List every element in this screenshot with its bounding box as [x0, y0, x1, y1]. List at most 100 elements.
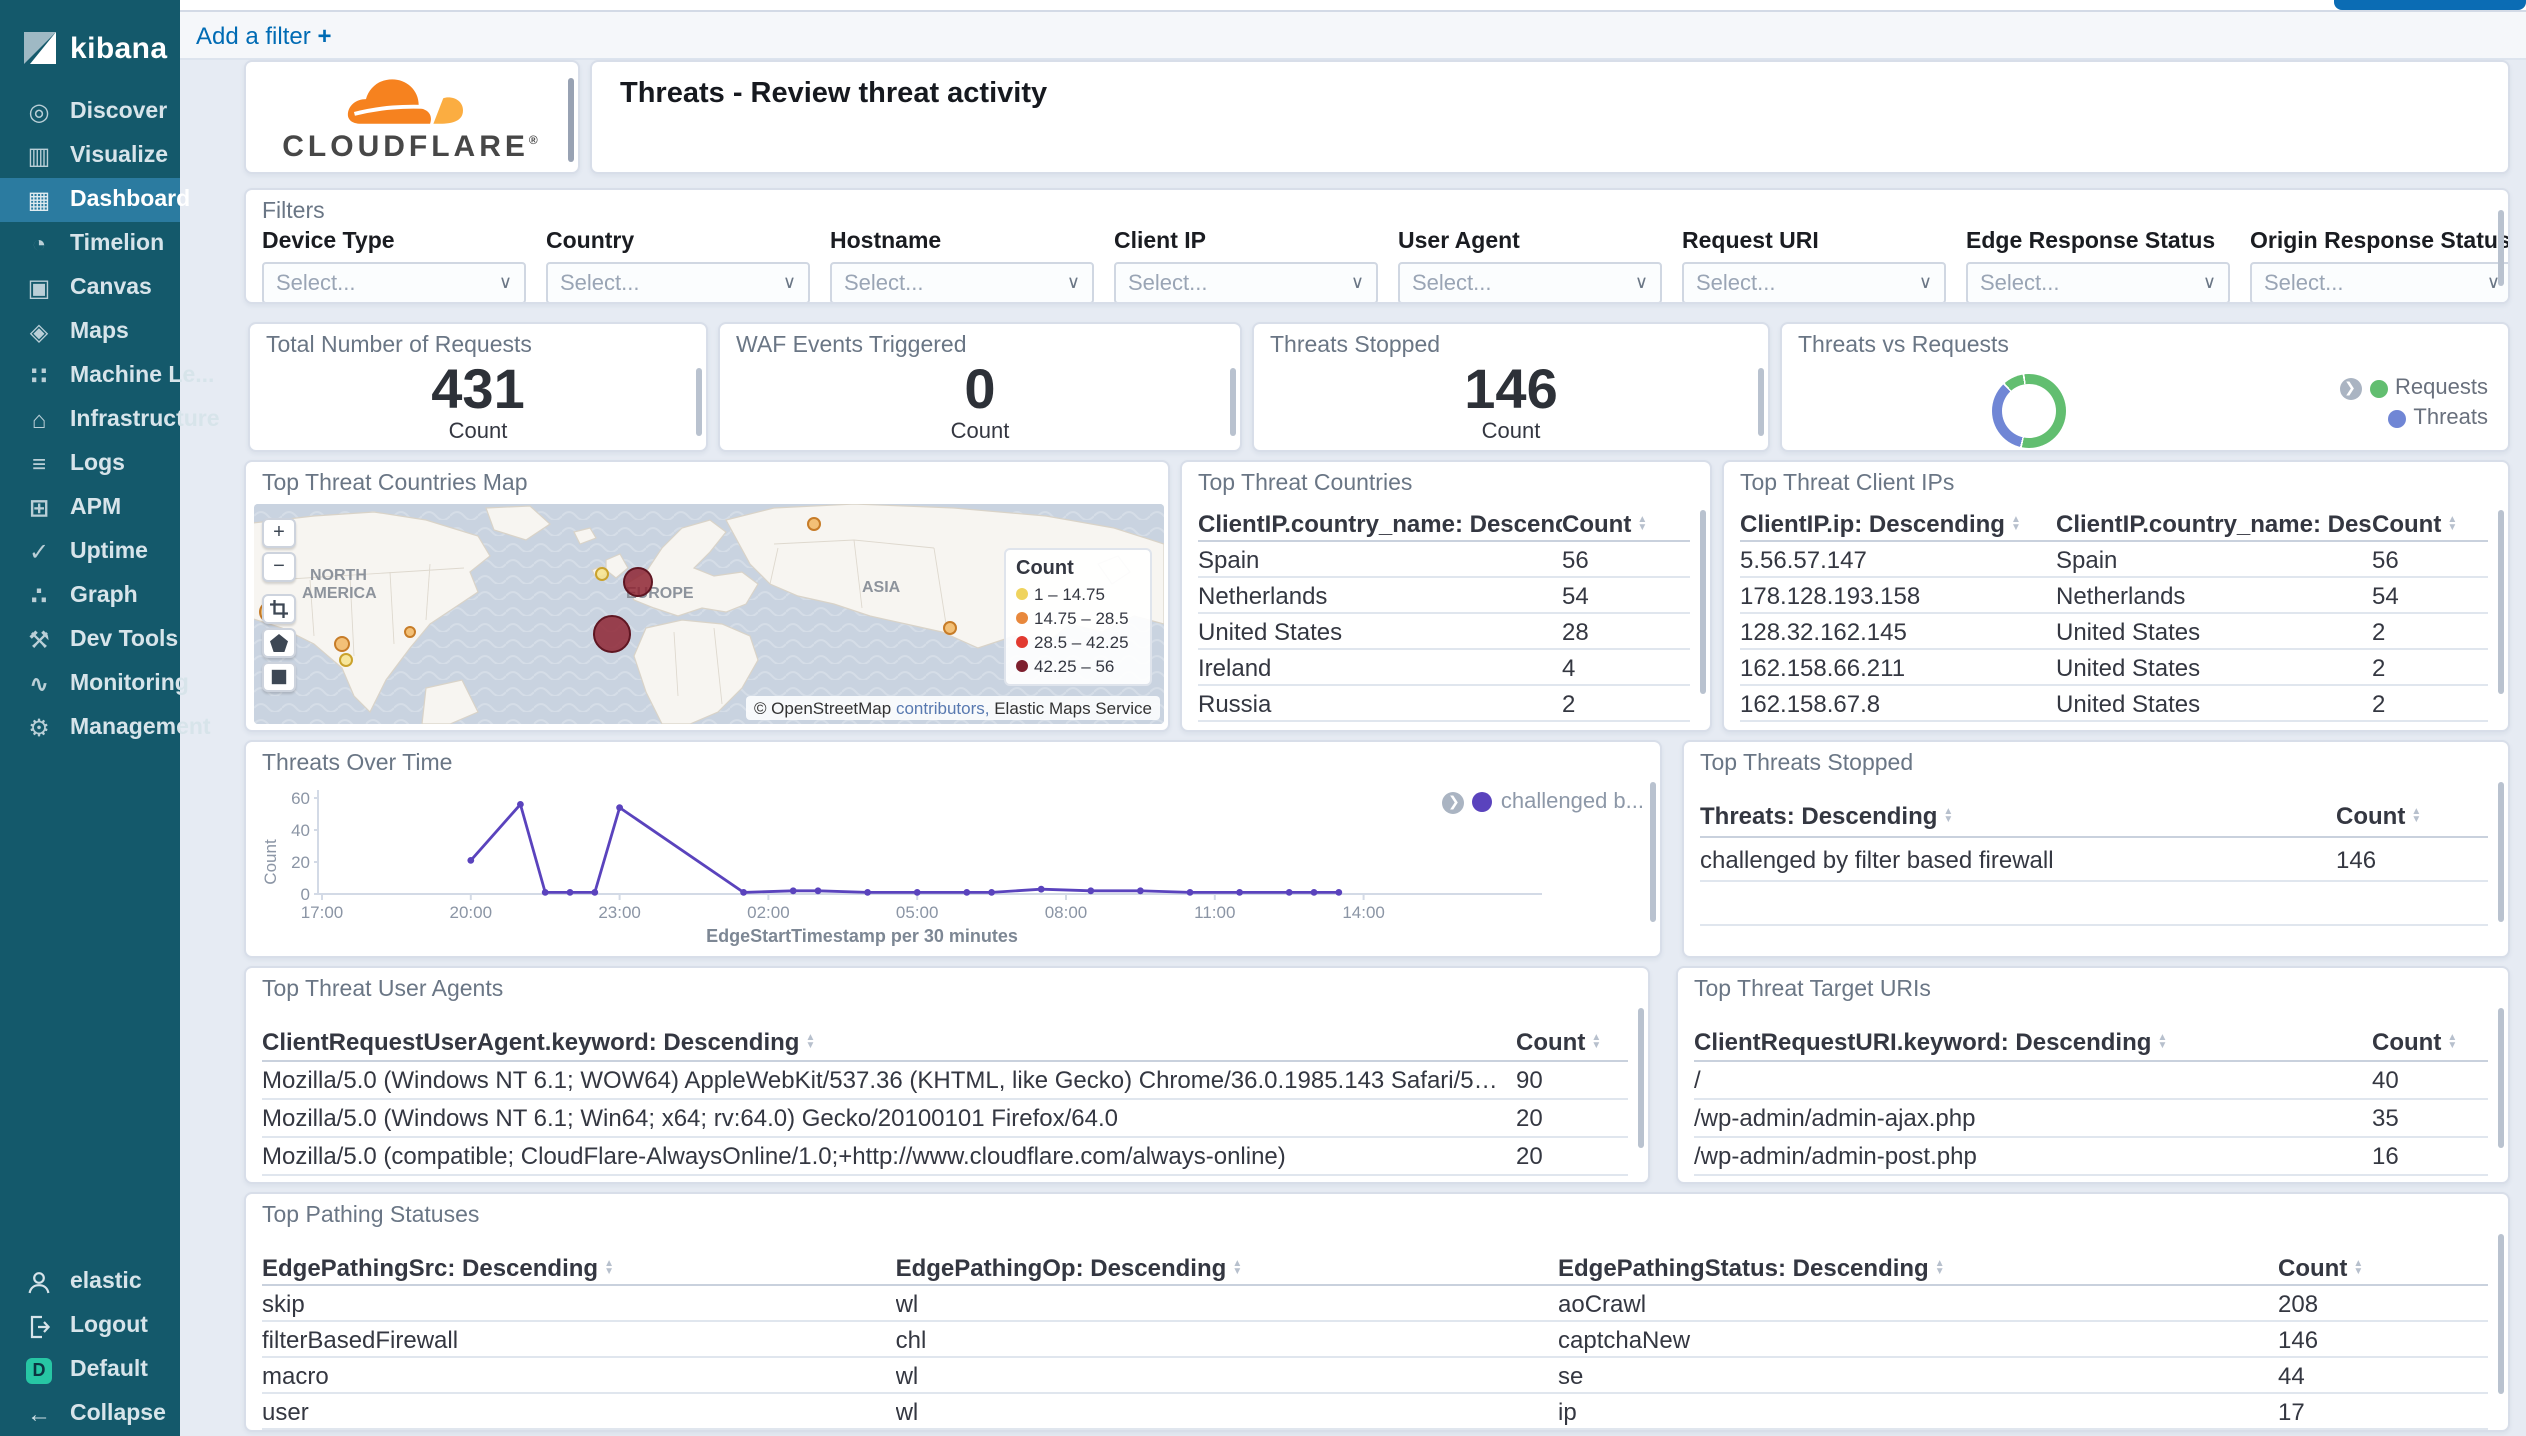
map-region-label: AMERICA: [302, 585, 377, 602]
draw-bounds-button[interactable]: [262, 594, 296, 624]
sidebar-item[interactable]: ≡ Logs: [0, 442, 180, 486]
sidebar-item[interactable]: ▦ Dashboard: [0, 178, 190, 222]
draw-polygon-button[interactable]: [262, 628, 296, 658]
column-header[interactable]: ClientIP.ip: Descending ▲ ▼: [1740, 509, 2056, 537]
column-header[interactable]: Threats: Descending ▲ ▼: [1700, 801, 2336, 829]
filter-select[interactable]: Select... ∨: [1966, 262, 2230, 302]
column-header[interactable]: ClientIP.country_name: Descending▲▼: [1198, 509, 1562, 537]
sidebar-item-label: Timelion: [70, 232, 165, 256]
sidebar-item[interactable]: ▥ Visualize: [0, 134, 180, 178]
osm-link[interactable]: contributors,: [896, 698, 990, 718]
table-row: /wp-admin/admin-post.php 16: [1694, 1138, 2488, 1176]
sidebar-item-user[interactable]: elastic: [0, 1260, 180, 1304]
sidebar-item[interactable]: ✓ Uptime: [0, 530, 180, 574]
table-row: Spain 56: [1198, 542, 1690, 578]
map-marker[interactable]: [943, 621, 957, 635]
column-header[interactable]: Count ▲ ▼: [1516, 1028, 1628, 1056]
map-marker[interactable]: [404, 626, 416, 638]
panel-scrollbar[interactable]: [2498, 1234, 2504, 1394]
sidebar-item[interactable]: ∴ Graph: [0, 574, 180, 618]
column-header[interactable]: ClientRequestURI.keyword: Descending ▲ ▼: [1694, 1028, 2372, 1056]
column-header[interactable]: Count ▲ ▼: [2372, 509, 2488, 537]
line-chart[interactable]: 17:00 20:00 23:00 02:00 05:00 08:00 11:00 14:00…: [262, 778, 1562, 948]
sidebar-item-space-default[interactable]: D Default: [0, 1348, 180, 1392]
kibana-logo[interactable]: kibana: [0, 0, 180, 78]
legend-dot: [1016, 660, 1028, 672]
sidebar-item-label: Infrastructure: [70, 408, 220, 432]
map-viewport[interactable]: NORTH AMERICA EUROPE ASIA + − Count 1 – …: [254, 504, 1164, 724]
metric-label: Count: [448, 419, 508, 443]
draw-rectangle-button[interactable]: [262, 662, 296, 692]
zoom-out-button[interactable]: −: [262, 552, 296, 582]
column-header[interactable]: EdgePathingStatus: Descending ▲ ▼: [1558, 1253, 2278, 1281]
ip-cell: 128.32.162.145: [1740, 617, 1907, 645]
column-header[interactable]: EdgePathingSrc: Descending ▲ ▼: [262, 1253, 896, 1281]
legend-expand-icon[interactable]: ❯: [1442, 791, 1465, 813]
space-default-badge: D: [26, 1357, 52, 1383]
column-header[interactable]: Count ▲ ▼: [2278, 1253, 2488, 1281]
count-cell: 54: [2372, 581, 2399, 609]
donut-chart[interactable]: [1992, 374, 2066, 448]
sidebar-item-collapse[interactable]: ← Collapse: [0, 1392, 180, 1436]
filter-select[interactable]: Select... ∨: [1114, 262, 1378, 302]
sidebar-item[interactable]: ◎ Discover: [0, 90, 180, 134]
filter-select[interactable]: Select... ∨: [1398, 262, 1662, 302]
legend-expand-icon[interactable]: ❯: [2339, 377, 2362, 399]
map-marker[interactable]: [595, 567, 609, 581]
sidebar-item[interactable]: ◔ Timelion: [0, 222, 180, 266]
panel-scrollbar[interactable]: [1638, 1008, 1644, 1148]
legend-dot: [1016, 612, 1028, 624]
panel-scrollbar[interactable]: [696, 368, 702, 436]
column-header[interactable]: Count ▲ ▼: [2336, 801, 2488, 829]
column-header[interactable]: Count ▲ ▼: [1562, 509, 1690, 537]
filter-select[interactable]: Select... ∨: [830, 262, 1094, 302]
sidebar-item[interactable]: ∷ Machine Le...: [0, 354, 215, 398]
sidebar-item-logout[interactable]: Logout: [0, 1304, 180, 1348]
sidebar-item[interactable]: ⚙ Management: [0, 706, 210, 750]
legend-label[interactable]: challenged b...: [1501, 790, 1644, 814]
filter-select[interactable]: Select... ∨: [546, 262, 810, 302]
panel-scrollbar[interactable]: [1650, 782, 1656, 922]
sort-icon: ▲ ▼: [2411, 805, 2422, 825]
legend-item-requests[interactable]: ❯ Requests: [2339, 376, 2488, 400]
column-header[interactable]: ClientIP.country_name: Descending▲▼: [2056, 509, 2372, 537]
legend-item-threats[interactable]: Threats: [2387, 406, 2488, 430]
threats-series-line[interactable]: [469, 801, 1339, 894]
map-marker[interactable]: [339, 653, 353, 667]
panel-scrollbar[interactable]: [1230, 368, 1236, 436]
filter-select[interactable]: Select... ∨: [1682, 262, 1946, 302]
map-marker[interactable]: [334, 636, 350, 652]
sidebar-item[interactable]: ⊞ APM: [0, 486, 180, 530]
update-button[interactable]: [2334, 0, 2526, 10]
filter-select[interactable]: Select... ∨: [2250, 262, 2508, 302]
column-header[interactable]: ClientRequestUserAgent.keyword: Descendi…: [262, 1028, 1516, 1056]
panel-scrollbar[interactable]: [1758, 368, 1764, 436]
filter-select[interactable]: Select... ∨: [262, 262, 526, 302]
sidebar-item-label: Maps: [70, 320, 129, 344]
map-marker[interactable]: [593, 615, 631, 653]
chevron-down-icon: ∨: [1350, 272, 1364, 292]
zoom-in-button[interactable]: +: [262, 518, 296, 548]
panel-scrollbar[interactable]: [568, 78, 574, 162]
sidebar-item[interactable]: ∿ Monitoring: [0, 662, 189, 706]
column-header[interactable]: EdgePathingOp: Descending ▲ ▼: [896, 1253, 1558, 1281]
sidebar-item[interactable]: ◈ Maps: [0, 310, 180, 354]
column-header[interactable]: Count ▲ ▼: [2372, 1028, 2488, 1056]
country-cell: United States: [2056, 653, 2201, 681]
sidebar-item[interactable]: ⌂ Infrastructure: [0, 398, 220, 442]
panel-scrollbar[interactable]: [2498, 510, 2504, 694]
sidebar-item[interactable]: ⚒ Dev Tools: [0, 618, 180, 662]
add-filter-link[interactable]: Add a filter +: [196, 22, 331, 50]
map-marker[interactable]: [807, 517, 821, 531]
sidebar-item-label: Default: [70, 1358, 148, 1382]
panel-scrollbar[interactable]: [1700, 510, 1706, 694]
user-icon: [28, 1271, 50, 1293]
sort-icon: ▲ ▼: [1637, 513, 1648, 533]
table-row: Mozilla/5.0 (compatible; MSIE 9.0; Windo…: [262, 1176, 1628, 1182]
panel-scrollbar[interactable]: [2498, 1008, 2504, 1148]
threats-vs-requests-panel: Threats vs Requests ❯ Requests Threats: [1780, 322, 2510, 452]
panel-scrollbar[interactable]: [2498, 210, 2504, 286]
map-marker[interactable]: [623, 567, 653, 597]
sidebar-item[interactable]: ▣ Canvas: [0, 266, 180, 310]
panel-scrollbar[interactable]: [2498, 782, 2504, 922]
